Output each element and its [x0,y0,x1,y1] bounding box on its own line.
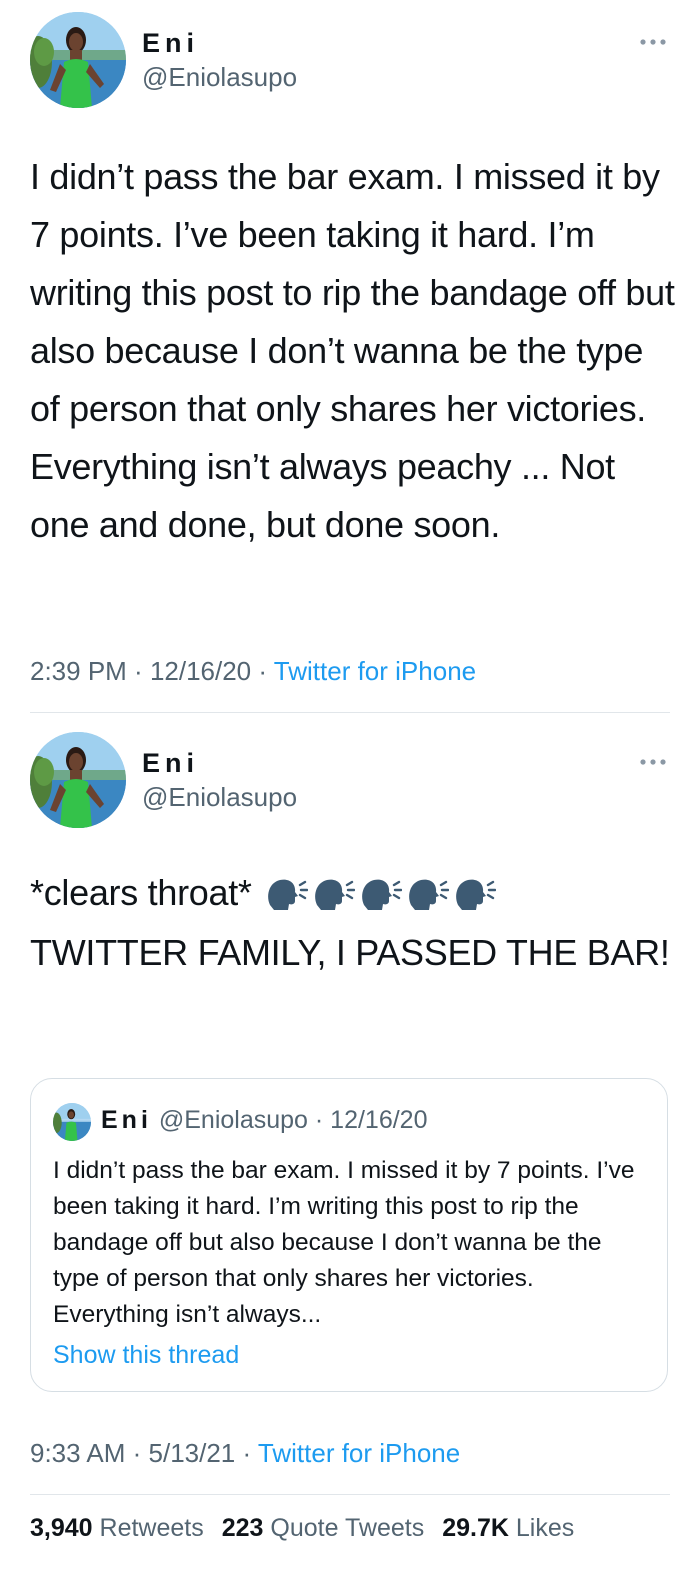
more-options-icon[interactable] [638,752,668,772]
speaking-head-icon [264,874,309,914]
quoted-tweet-text: I didn’t pass the bar exam. I missed it … [53,1157,635,1328]
speaking-head-icon [405,874,450,914]
meta-separator: · [235,1438,258,1468]
meta-separator: · [125,1438,149,1468]
speaking-head-icon [311,874,356,914]
show-thread-link[interactable]: Show this thread [53,1341,239,1370]
tweet-reply: Eni @Eniolasupo *clears throat* TWITTER … [0,714,700,1570]
tweet-date[interactable]: 5/13/21 [149,1438,236,1468]
quoted-tweet-date: 12/16/20 [330,1106,428,1134]
tweet-time[interactable]: 9:33 AM [30,1438,125,1468]
quoted-author-name: Eni [101,1106,152,1134]
tweet-text: I didn’t pass the bar exam. I missed it … [30,156,675,545]
author-handle[interactable]: @Eniolasupo [142,782,297,813]
meta-separator: · [126,656,150,686]
quote-tweets-stat[interactable]: 223 Quote Tweets [222,1514,424,1542]
tweet-meta: 2:39 PM · 12/16/20 · Twitter for iPhone [30,656,476,687]
avatar[interactable] [30,732,126,828]
author-handle[interactable]: @Eniolasupo [142,62,297,93]
tweet-text-line2: TWITTER FAMILY, I PASSED THE BAR! [30,932,670,974]
tweet-source-link[interactable]: Twitter for iPhone [258,1438,460,1468]
quoted-author-handle: @Eniolasupo [158,1106,308,1134]
quoted-tweet-card[interactable]: Eni @Eniolasupo · 12/16/20 I didn’t pass… [30,1078,668,1392]
meta-separator: · [251,656,274,686]
retweets-count: 3,940 [30,1514,93,1542]
tweet-text: *clears throat* TWITTER FAMILY, I PASSED… [30,864,675,982]
speaking-head-icon [358,874,403,914]
tweet-text-line1: *clears throat* [30,872,252,913]
author-name[interactable]: Eni [142,748,199,779]
quoted-avatar [53,1103,91,1141]
quoted-tweet-header: Eni @Eniolasupo · 12/16/20 [101,1106,428,1135]
tweet-original: Eni @Eniolasupo I didn’t pass the bar ex… [0,0,700,714]
quote-tweets-count: 223 [221,1514,264,1542]
more-options-icon[interactable] [638,32,668,52]
tweet-source-link[interactable]: Twitter for iPhone [274,656,476,686]
likes-stat[interactable]: 29.7K Likes [442,1514,574,1542]
speaking-head-icon [452,874,497,914]
engagement-stats: 3,940 Retweets 223 Quote Tweets 29.7K Like… [30,1514,574,1543]
avatar-photo [30,12,126,108]
likes-count: 29.7K [442,1514,509,1542]
tweet-meta: 9:33 AM · 5/13/21 · Twitter for iPhone [30,1438,460,1469]
retweets-stat[interactable]: 3,940 Retweets [30,1514,204,1542]
likes-label: Likes [515,1514,575,1542]
tweet-time[interactable]: 2:39 PM [30,656,127,686]
avatar[interactable] [30,12,126,108]
divider [30,1494,670,1495]
quote-tweets-label: Quote Tweets [270,1514,425,1542]
author-name[interactable]: Eni [142,28,199,59]
meta-separator: · [307,1106,331,1134]
divider [30,712,670,713]
avatar-photo [30,732,126,828]
retweets-label: Retweets [99,1514,204,1542]
tweet-date[interactable]: 12/16/20 [150,656,251,686]
emoji-row [261,866,497,924]
